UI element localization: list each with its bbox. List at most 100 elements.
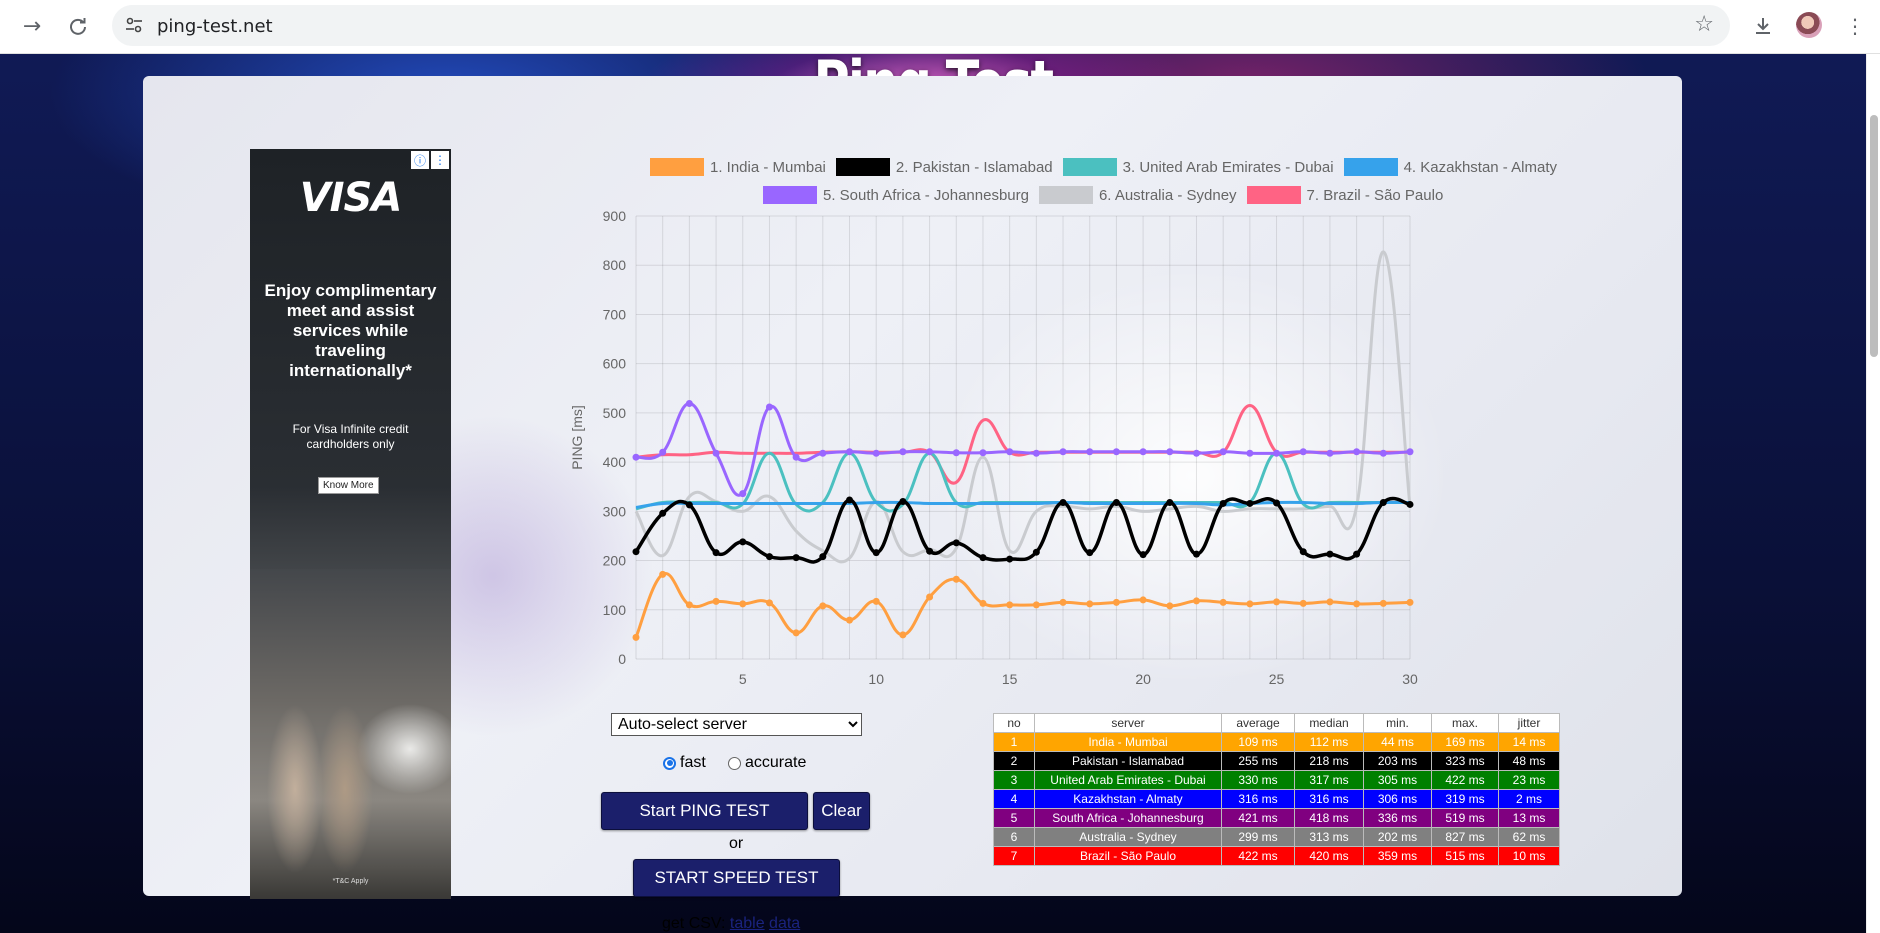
data-point [846,448,854,456]
data-point [1273,598,1281,606]
forward-icon[interactable]: → [16,10,48,42]
visa-logo: VISA [299,175,403,221]
data-point [659,448,667,456]
table-cell-no: 4 [993,789,1035,809]
table-row: 1 India - Mumbai 109 ms 112 ms 44 ms 169 ms 14… [993,732,1560,752]
data-point [712,549,720,557]
y-tick-label: 800 [603,257,627,273]
accurate-radio[interactable] [728,756,741,770]
mode-accurate[interactable]: accurate [728,754,806,772]
table-row: 7 Brazil - São Paulo 422 ms 420 ms 359 ms 515… [993,846,1560,866]
table-cell-average: 109 ms [1221,732,1295,752]
column-header: average [1221,713,1295,733]
data-point [819,449,827,457]
page-scrollbar[interactable] [1866,54,1880,933]
data-point [1112,598,1120,606]
y-tick-label: 100 [603,602,627,618]
data-point [819,602,827,610]
table-cell-no: 5 [993,808,1035,828]
data-point [952,575,960,583]
csv-label: get CSV: [662,915,726,932]
data-point [1326,550,1334,558]
y-axis-label: PING [ms] [569,405,585,470]
ad-choices[interactable]: ⓘ ⋮ [411,151,449,169]
data-point [1353,448,1361,456]
start-ping-test-button[interactable]: Start PING TEST [601,792,808,830]
y-tick-label: 700 [603,306,627,322]
data-point [739,538,747,546]
table-cell-min: 359 ms [1363,846,1432,866]
scrollbar-thumb[interactable] [1870,115,1878,357]
column-header: jitter [1498,713,1560,733]
data-point [1086,448,1094,456]
ad-know-more-button[interactable]: Know More [318,477,379,494]
data-point [846,496,854,504]
data-point [1379,449,1387,457]
ad-options-icon[interactable]: ⋮ [431,151,449,169]
column-header: median [1294,713,1364,733]
table-cell-max: 169 ms [1431,732,1499,752]
table-cell-server: Australia - Sydney [1034,827,1222,847]
csv-table-link[interactable]: table [730,915,765,932]
data-point [1166,448,1174,456]
visa-advertisement[interactable]: ⓘ ⋮ VISA Enjoy complimentary meet and as… [250,149,451,899]
start-speed-test-button[interactable]: START SPEED TEST [633,859,840,897]
data-point [1139,551,1147,559]
results-table: no server average median min. max. jitte… [993,713,1560,866]
data-point [765,553,773,561]
ad-fine-print: *T&C Apply [332,878,369,885]
data-point [1299,599,1307,607]
fast-label[interactable]: fast [680,754,706,772]
table-cell-server: Kazakhstan - Almaty [1034,789,1222,809]
table-cell-jitter: 10 ms [1498,846,1560,866]
server-select[interactable]: Auto-select server [611,713,862,736]
y-tick-label: 600 [603,356,627,372]
data-point [765,403,773,411]
ping-line-chart: 0 100 200 300 400 500 600 700 800 900 5 10 15 20 25 30 P… [569,208,1418,687]
table-cell-max: 422 ms [1431,770,1499,790]
ad-subtext: For Visa Infinite credit cardholders onl… [292,422,409,451]
table-cell-average: 255 ms [1221,751,1295,771]
profile-avatar[interactable] [1796,12,1822,38]
data-point [1112,498,1120,506]
series-line [635,402,1411,497]
table-cell-average: 422 ms [1221,846,1295,866]
table-cell-median: 313 ms [1294,827,1364,847]
site-settings-icon[interactable] [122,13,146,37]
csv-data-link[interactable]: data [769,915,800,932]
table-cell-median: 316 ms [1294,789,1364,809]
table-row: 5 South Africa - Johannesburg 421 ms 418 ms… [993,808,1560,828]
fast-radio[interactable] [663,756,676,770]
browser-toolbar: → ping-test.net ☆ ⋮ [0,0,1880,54]
data-point [979,554,987,562]
results-header-row: no server average median min. max. jitte… [993,713,1560,733]
menu-icon[interactable]: ⋮ [1840,11,1870,41]
series-line [634,250,1412,564]
table-cell-median: 418 ms [1294,808,1364,828]
download-icon[interactable] [1748,11,1778,41]
table-row: 6 Australia - Sydney 299 ms 313 ms 202 ms 827… [993,827,1560,847]
accurate-label[interactable]: accurate [745,754,806,772]
table-cell-no: 1 [993,732,1035,752]
ad-info-icon[interactable]: ⓘ [411,151,429,169]
table-cell-average: 421 ms [1221,808,1295,828]
bookmark-star-icon[interactable]: ☆ [1694,12,1714,37]
data-point [632,633,640,641]
data-point [1059,448,1067,456]
mode-fast[interactable]: fast [663,754,706,772]
reload-icon[interactable] [62,10,94,42]
data-point [685,400,693,408]
table-cell-jitter: 14 ms [1498,732,1560,752]
data-point [872,549,880,557]
y-tick-label: 300 [603,503,627,519]
data-point [685,601,693,609]
data-point [765,599,773,607]
data-point [1006,601,1014,609]
column-header: min. [1363,713,1432,733]
address-bar[interactable]: ping-test.net ☆ [112,5,1730,46]
data-point [926,547,934,555]
clear-button[interactable]: Clear [813,792,870,830]
url-text[interactable]: ping-test.net [157,16,273,37]
data-point [926,448,934,456]
data-point [712,449,720,457]
